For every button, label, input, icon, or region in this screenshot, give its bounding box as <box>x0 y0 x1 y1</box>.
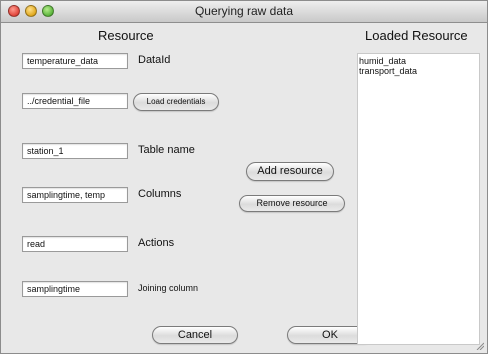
columns-label: Columns <box>138 188 182 200</box>
columns-input[interactable]: samplingtime, temp <box>22 187 128 203</box>
table-name-input[interactable]: station_1 <box>22 143 128 159</box>
window-title: Querying raw data <box>194 4 294 18</box>
credential-file-input[interactable]: ../credential_file <box>22 93 128 109</box>
load-credentials-button[interactable]: Load credentials <box>133 93 219 111</box>
list-item[interactable]: transport_data <box>358 66 479 76</box>
add-resource-button[interactable]: Add resource <box>246 162 334 181</box>
joining-column-input[interactable]: samplingtime <box>22 281 128 297</box>
title-bar[interactable]: Querying raw data <box>1 1 487 23</box>
resource-heading: Resource <box>98 28 154 43</box>
actions-label: Actions <box>138 237 175 249</box>
dialog-window: Querying raw data Resource Loaded Resour… <box>0 0 488 354</box>
dataid-input[interactable]: temperature_data <box>22 53 128 69</box>
cancel-button[interactable]: Cancel <box>152 326 238 344</box>
loaded-resource-heading: Loaded Resource <box>365 28 468 43</box>
joining-column-label: Joining column <box>138 283 199 293</box>
loaded-resource-list[interactable]: humid_data transport_data <box>357 53 480 345</box>
actions-input[interactable]: read <box>22 236 128 252</box>
resize-grip-icon[interactable] <box>476 342 484 350</box>
table-name-label: Table name <box>138 144 195 156</box>
dataid-label: DataId <box>138 54 171 66</box>
list-item[interactable]: humid_data <box>358 56 479 66</box>
remove-resource-button[interactable]: Remove resource <box>239 195 345 212</box>
